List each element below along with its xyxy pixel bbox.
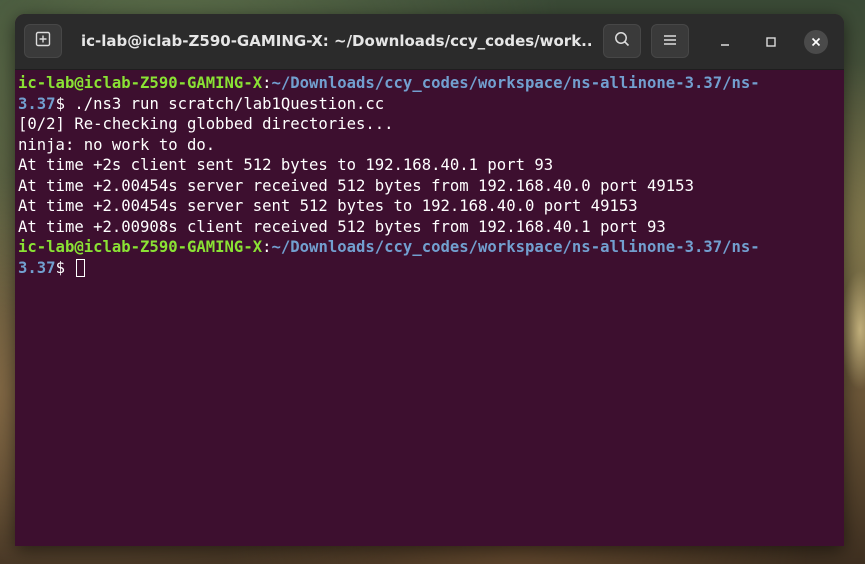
new-tab-button[interactable] (24, 24, 62, 58)
output-line: At time +2s client sent 512 bytes to 192… (18, 156, 554, 174)
search-button[interactable] (603, 24, 641, 58)
prompt-user: ic-lab@iclab-Z590-GAMING-X (18, 238, 263, 256)
prompt-line-continued: 3.37$ (18, 258, 844, 279)
output-line: At time +2.00454s server received 512 by… (18, 176, 694, 195)
maximize-button[interactable] (759, 30, 783, 54)
prompt-separator: : (262, 238, 272, 256)
output-line: ninja: no work to do. (18, 135, 216, 154)
title-bar[interactable]: ic-lab@iclab-Z590-GAMING-X: ~/Downloads/… (15, 14, 844, 70)
new-tab-icon (34, 30, 52, 52)
prompt-path-continued: 3.37 (18, 258, 56, 277)
minimize-button[interactable] (713, 30, 737, 54)
hamburger-menu-icon (662, 32, 678, 51)
prompt-line-continued: 3.37$ ./ns3 run scratch/lab1Question.cc (18, 94, 844, 115)
terminal-output[interactable]: ic-lab@iclab-Z590-GAMING-X:~/Downloads/c… (15, 70, 844, 546)
menu-button[interactable] (651, 24, 689, 58)
output-line: [0/2] Re-checking globbed directories... (18, 115, 394, 133)
minimize-icon (719, 33, 731, 52)
terminal-scrollbar[interactable] (840, 70, 844, 546)
window-title: ic-lab@iclab-Z590-GAMING-X: ~/Downloads/… (81, 32, 591, 50)
prompt-path-continued: 3.37 (18, 94, 56, 113)
close-icon (810, 33, 822, 52)
prompt-symbol: $ (55, 258, 75, 277)
command-text: ./ns3 run scratch/lab1Question.cc (74, 94, 385, 113)
prompt-line: ic-lab@iclab-Z590-GAMING-X:~/Downloads/c… (18, 73, 844, 94)
prompt-separator: : (262, 74, 272, 92)
output-line: At time +2.00454s server sent 512 bytes … (18, 197, 638, 215)
search-icon (613, 30, 631, 52)
maximize-icon (765, 33, 777, 52)
prompt-line: ic-lab@iclab-Z590-GAMING-X:~/Downloads/c… (18, 237, 844, 258)
prompt-path: ~/Downloads/ccy_codes/workspace/ns-allin… (271, 238, 760, 256)
prompt-symbol: $ (55, 94, 75, 113)
prompt-user: ic-lab@iclab-Z590-GAMING-X (18, 74, 263, 92)
terminal-window: ic-lab@iclab-Z590-GAMING-X: ~/Downloads/… (15, 14, 844, 546)
close-button[interactable] (804, 30, 828, 54)
prompt-path: ~/Downloads/ccy_codes/workspace/ns-allin… (271, 74, 760, 92)
output-line: At time +2.00908s client received 512 by… (18, 217, 666, 236)
text-cursor (76, 258, 86, 277)
